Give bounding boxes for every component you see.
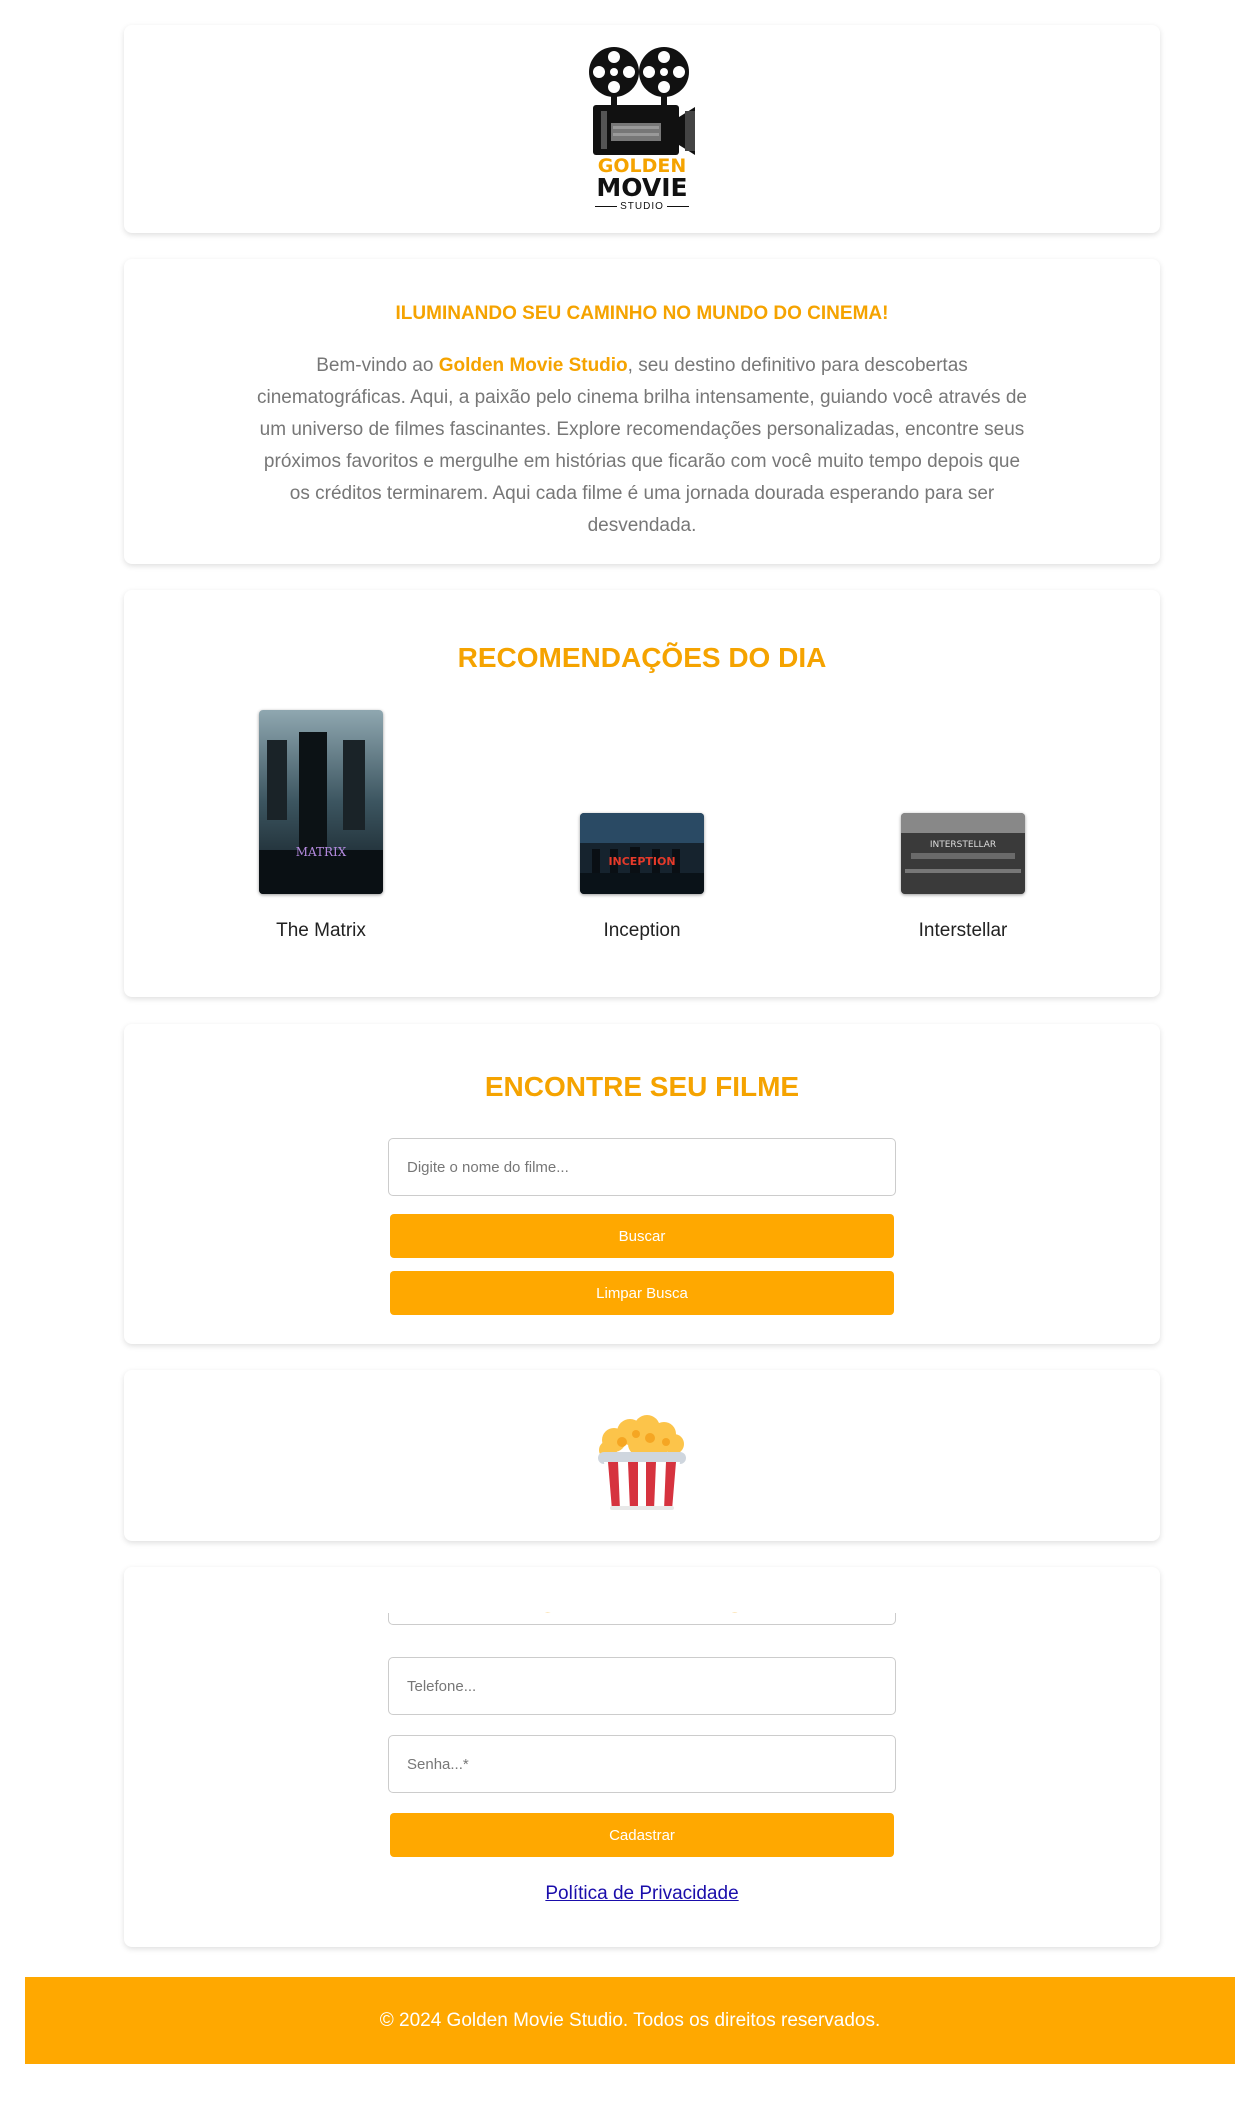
search-button[interactable]: Buscar — [390, 1214, 894, 1258]
movie-poster[interactable]: INCEPTION — [580, 813, 704, 894]
poster-title: INCEPTION — [608, 855, 675, 868]
poster-title: MATRIX — [296, 845, 347, 859]
poster-title: INTERSTELLAR — [930, 840, 996, 850]
popcorn-icon — [592, 1412, 692, 1517]
movie-poster[interactable]: MATRIX — [259, 710, 383, 894]
movie-title[interactable]: Inception — [542, 920, 742, 942]
signup-card: SEJA MEMBRO Cadastrar Política de Privac… — [124, 1567, 1160, 1947]
movie-title[interactable]: The Matrix — [221, 920, 421, 942]
footer: © 2024 Golden Movie Studio. Todos os dir… — [25, 1977, 1235, 2064]
movie-card-interstellar[interactable]: INTERSTELLAR Interstellar — [863, 710, 1063, 950]
popcorn-card — [124, 1370, 1160, 1541]
footer-copyright: © 2024 Golden Movie Studio. Todos os dir… — [379, 2009, 881, 2031]
recommendations-title: RECOMENDAÇÕES DO DIA — [457, 642, 827, 673]
search-input[interactable] — [388, 1138, 896, 1196]
register-button[interactable]: Cadastrar — [390, 1813, 894, 1857]
brand-name: Golden Movie Studio — [438, 355, 628, 376]
movie-card-matrix[interactable]: MATRIX The Matrix — [221, 710, 421, 950]
clear-search-button[interactable]: Limpar Busca — [390, 1271, 894, 1315]
scrolled-input-edge[interactable] — [388, 1613, 896, 1625]
search-card: ENCONTRE SEU FILME Buscar Limpar Busca — [124, 1024, 1160, 1344]
password-input[interactable] — [388, 1735, 896, 1793]
movie-card-inception[interactable]: INCEPTION Inception — [542, 710, 742, 950]
intro-text: Bem-vindo ao Golden Movie Studio, seu de… — [257, 355, 1027, 536]
movie-poster[interactable]: INTERSTELLAR — [901, 813, 1025, 894]
film-projector-icon — [589, 47, 695, 155]
logo-text-studio: STUDIO — [124, 201, 1160, 212]
search-title: ENCONTRE SEU FILME — [484, 1071, 800, 1102]
logo-card: GOLDEN MOVIE STUDIO — [124, 25, 1160, 233]
intro-title: ILUMINANDO SEU CAMINHO NO MUNDO DO CINEM… — [395, 303, 889, 324]
phone-input[interactable] — [388, 1657, 896, 1715]
recommendations-card: RECOMENDAÇÕES DO DIA MATRIX The Matrix I… — [124, 590, 1160, 997]
logo-text-movie: MOVIE — [596, 173, 688, 202]
logo — [124, 45, 1160, 157]
privacy-policy-link[interactable]: Política de Privacidade — [124, 1883, 1160, 1905]
movie-title[interactable]: Interstellar — [863, 920, 1063, 942]
intro-card: ILUMINANDO SEU CAMINHO NO MUNDO DO CINEM… — [124, 259, 1160, 564]
